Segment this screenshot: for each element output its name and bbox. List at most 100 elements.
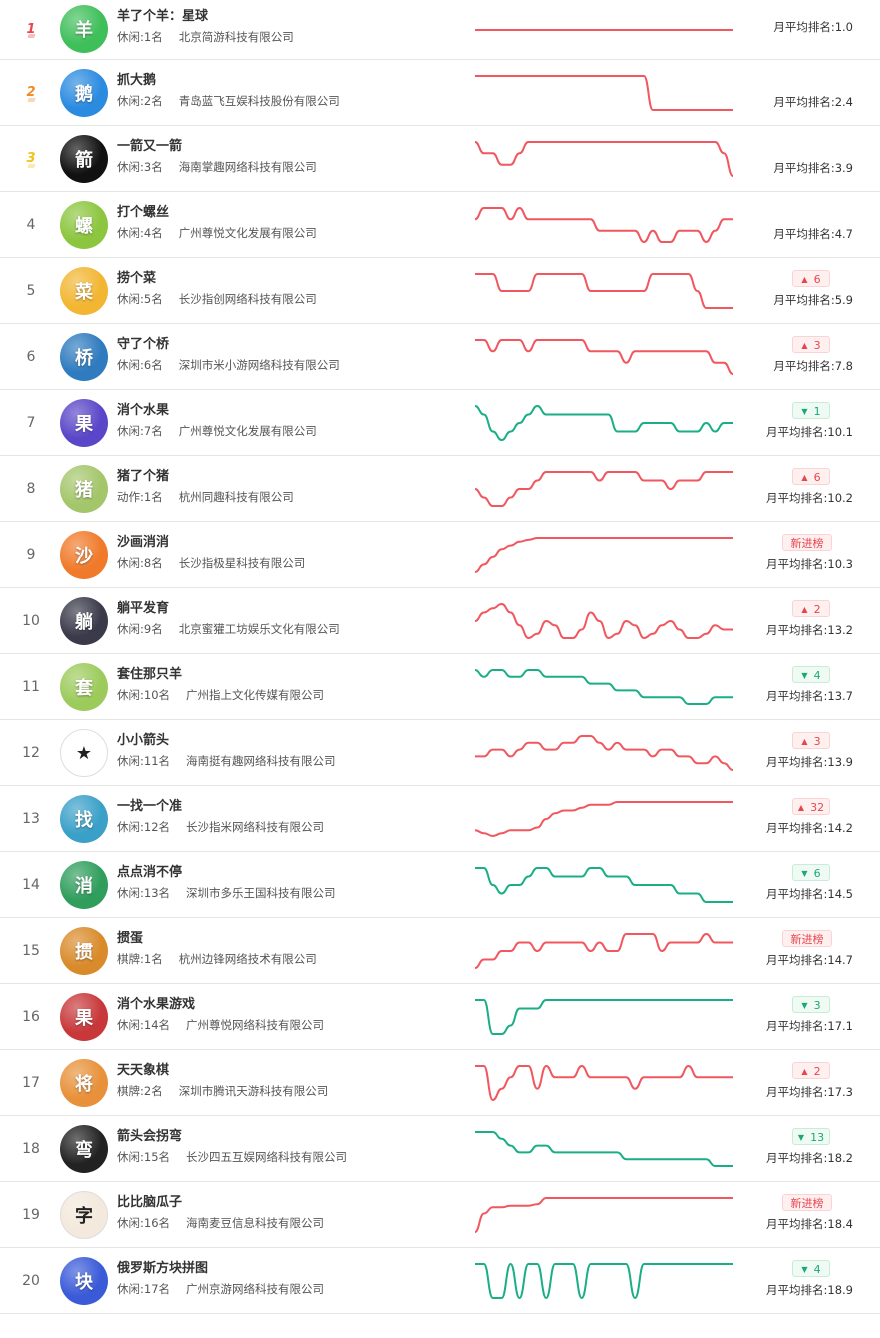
- badge-value: 3: [813, 339, 821, 352]
- game-icon[interactable]: 套: [60, 663, 108, 711]
- game-info: 消个水果 休闲:7名 广州尊悦文化发展有限公司: [117, 401, 317, 440]
- rank-stats: 月平均排名:3.9: [744, 126, 874, 191]
- game-icon[interactable]: 将: [60, 1059, 108, 1107]
- game-icon[interactable]: 螺: [60, 201, 108, 249]
- rank-number: 12: [22, 744, 40, 761]
- game-meta: 休闲:9名 北京蜜獾工坊娱乐文化有限公司: [117, 620, 340, 638]
- rank-number: 15: [22, 942, 40, 959]
- game-info: 抓大鹅 休闲:2名 青岛蓝飞互娱科技股份有限公司: [117, 71, 340, 110]
- ranking-row[interactable]: 11 套套住那只羊 休闲:10名 广州指上文化传媒有限公司 ▼ 4 月平均排名:13.7: [0, 654, 880, 720]
- badge-value: 2: [813, 603, 821, 616]
- ranking-row[interactable]: 3 箭 一箭又一箭 休闲:3名 海南掌趣网络科技有限公司 月平均排名:3.9: [0, 126, 880, 192]
- rank-trend-chart: [475, 735, 734, 771]
- ranking-row[interactable]: 15 掼 掼蛋 棋牌:1名 杭州边锋网络技术有限公司 新进榜 月平均排名:14.7: [0, 918, 880, 984]
- game-icon[interactable]: 字: [60, 1191, 108, 1239]
- game-icon[interactable]: 弯: [60, 1125, 108, 1173]
- rank-up-badge: ▲ 2: [792, 600, 830, 617]
- ranking-row[interactable]: 2 鹅 抓大鹅 休闲:2名 青岛蓝飞互娱科技股份有限公司 月平均排名:2.4: [0, 60, 880, 126]
- ranking-row[interactable]: 10 躺躺平发育 休闲:9名 北京蜜獾工坊娱乐文化有限公司 ▲ 2 月平均排名:13.2: [0, 588, 880, 654]
- game-name-link[interactable]: 守了个桥: [117, 335, 340, 354]
- game-info: 套住那只羊 休闲:10名 广州指上文化传媒有限公司: [117, 665, 324, 704]
- game-name-link[interactable]: 抓大鹅: [117, 71, 340, 90]
- category-rank: 休闲:10名: [117, 688, 171, 702]
- game-icon[interactable]: 果: [60, 993, 108, 1041]
- game-name-link[interactable]: 一找一个准: [117, 797, 324, 816]
- badge-value: 13: [810, 1131, 825, 1144]
- game-icon[interactable]: 块: [60, 1257, 108, 1305]
- badge-value: 3: [813, 999, 821, 1012]
- game-name-link[interactable]: 箭头会拐弯: [117, 1127, 347, 1146]
- game-name-link[interactable]: 捞个菜: [117, 269, 317, 288]
- ranking-row[interactable]: 9 沙 沙画消消 休闲:8名 长沙指极星科技有限公司 新进榜 月平均排名:10.3: [0, 522, 880, 588]
- game-name-link[interactable]: 一箭又一箭: [117, 137, 317, 156]
- rank-stats: 新进榜 月平均排名:10.3: [744, 522, 874, 587]
- ranking-row[interactable]: 19 字 比比脑瓜子 休闲:16名 海南麦豆信息科技有限公司 新进榜 月平均排名:18.4: [0, 1182, 880, 1248]
- ranking-row[interactable]: 12 ★ 小小箭头 休闲:11名 海南挺有趣网络科技有限公司 ▲ 3 月平均排名:13.9: [0, 720, 880, 786]
- ranking-row[interactable]: 17 将天天象棋 棋牌:2名 深圳市腾讯天游科技有限公司 ▲ 2 月平均排名:17.3: [0, 1050, 880, 1116]
- game-name-link[interactable]: 消个水果游戏: [117, 995, 324, 1014]
- new-entry-badge: 新进榜: [782, 1194, 832, 1211]
- ranking-row[interactable]: 13 找 一找一个准 休闲:12名 长沙指米网络科技有限公司 ▲ 32 月平均排名:14.2: [0, 786, 880, 852]
- game-icon[interactable]: ★: [60, 729, 108, 777]
- ranking-row[interactable]: 20 块俄罗斯方块拼图 休闲:17名 广州京游网络科技有限公司 ▼ 4 月平均排名:18.9: [0, 1248, 880, 1314]
- game-info: 捞个菜 休闲:5名 长沙指创网络科技有限公司: [117, 269, 317, 308]
- trend-line: [474, 932, 733, 969]
- game-icon[interactable]: 沙: [60, 531, 108, 579]
- monthly-average-rank: 月平均排名:17.3: [766, 1085, 853, 1099]
- ranking-row[interactable]: 4 螺 打个螺丝 休闲:4名 广州尊悦文化发展有限公司 月平均排名:4.7: [0, 192, 880, 258]
- game-meta: 休闲:13名 深圳市多乐王国科技有限公司: [117, 884, 336, 902]
- ranking-row[interactable]: 14 消点点消不停 休闲:13名 深圳市多乐王国科技有限公司 ▼ 6 月平均排名:14.5: [0, 852, 880, 918]
- game-name-link[interactable]: 掼蛋: [117, 929, 317, 948]
- fruit-game-icon: 果: [75, 414, 93, 435]
- game-name-link[interactable]: 消个水果: [117, 401, 317, 420]
- trend-line: [474, 206, 733, 244]
- ranking-row[interactable]: 1 羊 羊了个羊：星球 休闲:1名 北京简游科技有限公司 月平均排名:1.0: [0, 0, 880, 60]
- rank-stats: ▲ 3 月平均排名:13.9: [744, 720, 874, 785]
- game-icon[interactable]: 猪: [60, 465, 108, 513]
- game-icon[interactable]: 箭: [60, 135, 108, 183]
- category-rank: 休闲:1名: [117, 30, 163, 44]
- game-icon[interactable]: 消: [60, 861, 108, 909]
- game-name-link[interactable]: 猪了个猪: [117, 467, 294, 486]
- ranking-row[interactable]: 5 菜捞个菜 休闲:5名 长沙指创网络科技有限公司 ▲ 6 月平均排名:5.9: [0, 258, 880, 324]
- game-icon[interactable]: 果: [60, 399, 108, 447]
- category-rank: 棋牌:1名: [117, 952, 163, 966]
- game-icon[interactable]: 躺: [60, 597, 108, 645]
- game-name-link[interactable]: 沙画消消: [117, 533, 305, 552]
- game-name-link[interactable]: 套住那只羊: [117, 665, 324, 684]
- game-icon[interactable]: 鹅: [60, 69, 108, 117]
- ranking-row[interactable]: 18 弯 箭头会拐弯 休闲:15名 长沙四五互娱网络科技有限公司 ▼ 13 月平均排名:18.…: [0, 1116, 880, 1182]
- game-icon[interactable]: 菜: [60, 267, 108, 315]
- rank-trend-chart: [474, 537, 733, 573]
- badge-value: 新进榜: [790, 537, 824, 550]
- company-name: 广州京游网络科技有限公司: [186, 1282, 325, 1296]
- game-name-link[interactable]: 比比脑瓜子: [117, 1193, 324, 1212]
- game-name-link[interactable]: 羊了个羊：星球: [117, 7, 294, 26]
- chess-game-icon: 将: [75, 1074, 93, 1095]
- game-icon[interactable]: 桥: [60, 333, 108, 381]
- trend-line: [474, 537, 733, 573]
- game-icon[interactable]: 找: [60, 795, 108, 843]
- tetris-game-icon: 块: [75, 1272, 93, 1293]
- ranking-row[interactable]: 6 桥守了个桥 休闲:6名 深圳市米小游网络科技有限公司 ▲ 3 月平均排名:7.8: [0, 324, 880, 390]
- ranking-row[interactable]: 7 果消个水果 休闲:7名 广州尊悦文化发展有限公司 ▼ 1 月平均排名:10.1: [0, 390, 880, 456]
- rank-up-badge: ▲ 3: [792, 732, 830, 749]
- game-meta: 休闲:15名 长沙四五互娱网络科技有限公司: [117, 1148, 347, 1166]
- rank-trend-chart: [474, 273, 733, 309]
- trend-line: [474, 75, 733, 111]
- ranking-row[interactable]: 8 猪猪了个猪 动作:1名 杭州同趣科技有限公司 ▲ 6 月平均排名:10.2: [0, 456, 880, 522]
- game-name-link[interactable]: 打个螺丝: [117, 203, 317, 222]
- game-name-link[interactable]: 天天象棋: [117, 1061, 328, 1080]
- game-name-link[interactable]: 俄罗斯方块拼图: [117, 1259, 324, 1278]
- game-name-link[interactable]: 小小箭头: [117, 731, 336, 750]
- ranking-row[interactable]: 16 果消个水果游戏 休闲:14名 广州尊悦网络科技有限公司 ▼ 3 月平均排名:17.1: [0, 984, 880, 1050]
- game-name-link[interactable]: 躺平发育: [117, 599, 340, 618]
- game-name-link[interactable]: 点点消不停: [117, 863, 336, 882]
- category-rank: 休闲:11名: [117, 754, 171, 768]
- game-icon[interactable]: 羊: [60, 5, 108, 53]
- rank-up-badge: ▲ 3: [792, 336, 830, 353]
- game-icon[interactable]: 掼: [60, 927, 108, 975]
- dish-game-icon: 菜: [75, 282, 93, 303]
- rank-number: 3: [8, 126, 54, 191]
- category-rank: 棋牌:2名: [117, 1084, 163, 1098]
